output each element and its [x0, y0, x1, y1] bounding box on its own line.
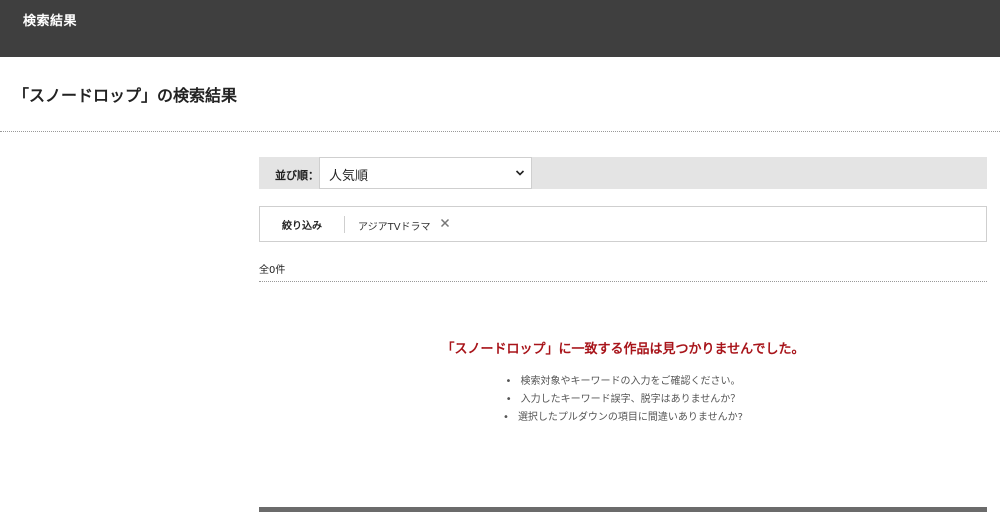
page-title: 「スノードロップ」の検索結果: [13, 86, 238, 105]
no-result-message: 「スノードロップ」に一致する作品は見つかりませんでした。: [441, 342, 805, 357]
filter-box: 絞り込み アジアTVドラマ: [259, 206, 987, 242]
filter-label: 絞り込み: [282, 221, 322, 232]
hint-item: 検索対象やキーワードの入力をご確認ください。: [259, 373, 987, 391]
hint-item: 選択したプルダウンの項目に間違いありませんか?: [259, 409, 987, 427]
bottom-bar: [259, 507, 987, 512]
close-icon[interactable]: [440, 218, 450, 228]
filter-separator: [344, 216, 345, 233]
divider: [0, 131, 1000, 132]
sort-selected-value: 人気順: [329, 169, 369, 184]
sort-select[interactable]: 人気順: [319, 157, 532, 189]
top-header-bar: 検索結果: [0, 0, 1000, 57]
divider: [259, 281, 987, 282]
result-count: 全0件: [259, 265, 286, 276]
chevron-down-icon: [515, 170, 525, 176]
filter-chip-label: アジアTVドラマ: [358, 222, 431, 233]
hint-list: 検索対象やキーワードの入力をご確認ください。 入力したキーワード誤字、脱字はあり…: [259, 373, 987, 427]
sort-bar: 並び順： 人気順: [259, 157, 987, 189]
sort-label: 並び順：: [275, 169, 319, 182]
header-title: 検索結果: [23, 14, 78, 29]
hint-item: 入力したキーワード誤字、脱字はありませんか？: [259, 391, 987, 409]
